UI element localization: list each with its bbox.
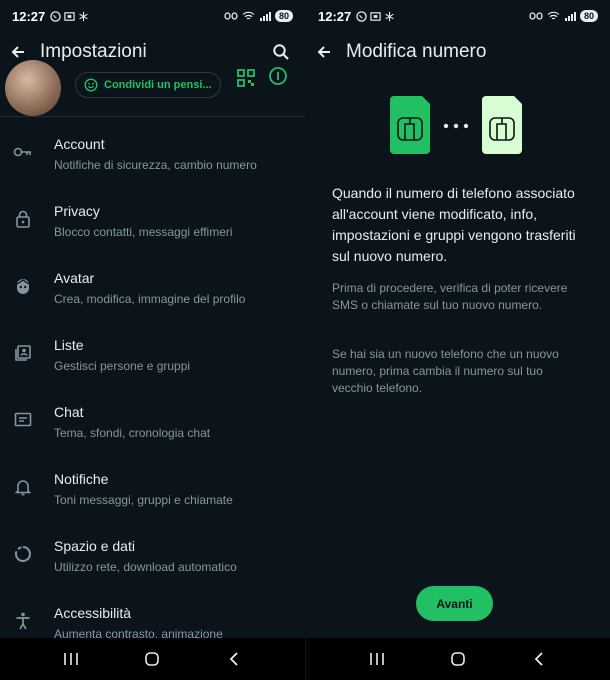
change-number-headline: Quando il numero di telefono associato a… (332, 185, 576, 264)
nav-back-icon (535, 652, 543, 666)
add-status-button[interactable] (268, 66, 288, 86)
verification-note: Prima di procedere, verifica di poter ri… (332, 281, 568, 312)
whatsapp-notification-icon (356, 10, 367, 22)
setting-lists[interactable]: Liste Gestisci persone e gruppi (0, 318, 305, 385)
setting-subtitle: Notifiche di sicurezza, cambio numero (54, 158, 257, 172)
battery-indicator: 80 (274, 10, 293, 22)
accessibility-icon (12, 610, 34, 632)
notification-icons (356, 10, 395, 22)
signal-icon (259, 12, 271, 21)
search-button[interactable] (267, 38, 295, 66)
old-sim-icon (390, 96, 430, 154)
setting-title: Spazio e dati (54, 538, 135, 554)
storage-circle-icon (12, 543, 34, 565)
home-icon (145, 652, 160, 666)
setting-subtitle: Blocco contatti, messaggi effimeri (54, 225, 233, 239)
nav-back-button[interactable] (524, 644, 554, 674)
page-title: Impostazioni (40, 41, 147, 62)
system-icons: 80 (529, 10, 598, 22)
status-time: 12:27 (12, 8, 46, 24)
setting-title: Accessibilità (54, 605, 132, 621)
setting-avatar[interactable]: Avatar Crea, modifica, immagine del prof… (0, 251, 305, 318)
change-number-app-bar: Modifica numero (306, 32, 610, 72)
status-bar: 12:27 80 (306, 0, 610, 32)
setting-subtitle: Crea, modifica, immagine del profilo (54, 292, 246, 306)
sim-transfer-illustration (390, 96, 522, 154)
recents-icon (64, 653, 78, 665)
ellipsis-icon (443, 123, 469, 129)
setting-notifications[interactable]: Notifiche Toni messaggi, gruppi e chiama… (0, 452, 305, 519)
setting-title: Privacy (54, 203, 100, 219)
notification-icons (50, 10, 89, 22)
avatar-face-icon (12, 275, 34, 297)
snowflake-icon (79, 11, 88, 21)
setting-subtitle: Utilizzo rete, download automatico (54, 560, 237, 574)
screenshot-notification-icon (64, 11, 75, 21)
setting-privacy[interactable]: Privacy Blocco contatti, messaggi effime… (0, 184, 305, 251)
system-nav-bar (0, 638, 305, 680)
chat-icon (12, 409, 34, 431)
settings-list: Account Notifiche di sicurezza, cambio n… (0, 117, 305, 653)
status-bar: 12:27 80 (0, 0, 305, 32)
next-button[interactable]: Avanti (416, 586, 493, 621)
home-button[interactable] (137, 644, 167, 674)
page-title: Modifica numero (346, 41, 487, 62)
recents-icon (369, 653, 384, 665)
setting-chat[interactable]: Chat Tema, sfondi, cronologia chat (0, 385, 305, 452)
system-nav-bar (306, 638, 610, 680)
wifi-icon (547, 11, 560, 20)
setting-storage[interactable]: Spazio e dati Utilizzo rete, download au… (0, 519, 305, 586)
recents-button[interactable] (56, 644, 86, 674)
search-icon (273, 44, 289, 60)
nav-back-icon (229, 652, 238, 666)
wifi-icon (242, 11, 255, 20)
setting-subtitle: Toni messaggi, gruppi e chiamate (54, 493, 233, 507)
arrow-back-icon (317, 46, 330, 58)
nav-back-button[interactable] (219, 644, 249, 674)
new-sim-icon (482, 96, 522, 154)
signal-icon (564, 12, 576, 21)
bell-icon (12, 476, 34, 498)
setting-title: Account (54, 136, 105, 152)
recents-button[interactable] (362, 644, 392, 674)
setting-title: Avatar (54, 270, 95, 286)
whatsapp-notification-icon (50, 10, 61, 22)
setting-subtitle: Tema, sfondi, cronologia chat (54, 426, 211, 440)
qr-code-button[interactable] (236, 68, 256, 88)
status-pill-label: Condividi un pensi... (104, 79, 212, 91)
setting-title: Notifiche (54, 471, 109, 487)
settings-screen: 12:27 80 Impostazioni Condividi un pensi… (0, 0, 305, 680)
key-icon (12, 141, 34, 163)
screenshot-notification-icon (370, 11, 381, 21)
lock-icon (12, 208, 34, 230)
system-icons: 80 (224, 10, 293, 22)
status-time: 12:27 (318, 8, 352, 24)
add-circle-icon (269, 67, 287, 85)
arrow-back-icon (11, 46, 24, 58)
snowflake-icon (385, 11, 394, 21)
profile-avatar[interactable] (5, 60, 61, 116)
contacts-list-icon (12, 342, 34, 364)
status-share-button[interactable]: Condividi un pensi... (75, 72, 221, 98)
back-button[interactable] (310, 38, 338, 66)
battery-indicator: 80 (579, 10, 598, 22)
home-icon (451, 652, 465, 666)
home-button[interactable] (443, 644, 473, 674)
link-icon (224, 12, 238, 20)
setting-title: Chat (54, 404, 84, 420)
link-icon (529, 12, 543, 20)
profile-section: Condividi un pensi... (0, 60, 305, 117)
setting-account[interactable]: Account Notifiche di sicurezza, cambio n… (0, 117, 305, 184)
setting-title: Liste (54, 337, 84, 353)
change-number-screen: 12:27 80 Modifica numero Quando il numer… (305, 0, 610, 680)
smiley-icon (84, 78, 98, 92)
new-phone-note: Se hai sia un nuovo telefono che un nuov… (332, 347, 559, 395)
setting-subtitle: Gestisci persone e gruppi (54, 359, 191, 373)
qr-code-icon (237, 69, 255, 87)
